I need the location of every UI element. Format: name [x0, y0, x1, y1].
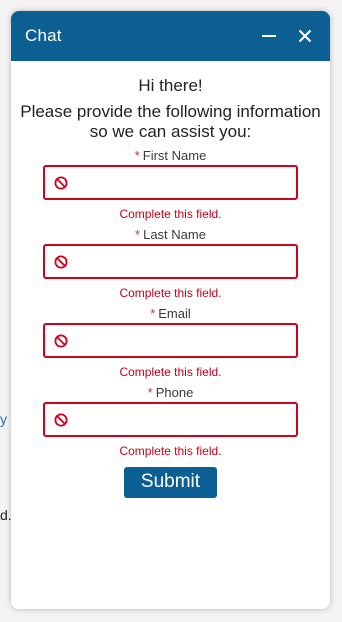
chat-window: Chat Hi there! Please provide the follow…: [11, 11, 330, 609]
minimize-button[interactable]: [252, 19, 286, 53]
phone-input[interactable]: [77, 404, 296, 437]
first-name-error: Complete this field.: [119, 207, 222, 221]
required-marker: *: [135, 227, 141, 242]
error-icon: [54, 413, 68, 427]
close-icon: [298, 29, 312, 43]
email-input[interactable]: [77, 325, 296, 358]
background-link-fragment[interactable]: y: [0, 411, 7, 427]
required-marker: *: [150, 306, 156, 321]
last-name-field-group: * Last Name Complete this field.: [11, 227, 330, 300]
phone-field-group: * Phone Complete this field.: [11, 385, 330, 458]
email-field-group: * Email Complete this field.: [11, 306, 330, 379]
phone-input-box: [43, 402, 298, 437]
last-name-label-text: Last Name: [143, 227, 206, 242]
email-error: Complete this field.: [119, 365, 222, 379]
first-name-input-box: [43, 165, 298, 200]
required-marker: *: [134, 148, 140, 163]
error-icon: [54, 255, 68, 269]
first-name-input[interactable]: [77, 167, 296, 200]
minimize-icon: [262, 35, 276, 37]
phone-error: Complete this field.: [119, 444, 222, 458]
chat-title: Chat: [25, 26, 62, 45]
error-icon: [54, 176, 68, 190]
error-icon: [54, 334, 68, 348]
intro-text: Please provide the following information…: [20, 102, 321, 141]
first-name-label: * First Name: [11, 148, 330, 163]
chat-header: Chat: [11, 11, 330, 61]
email-label-text: Email: [158, 306, 191, 321]
phone-label: * Phone: [11, 385, 330, 400]
email-label: * Email: [11, 306, 330, 321]
last-name-error: Complete this field.: [119, 286, 222, 300]
submit-button[interactable]: Submit: [123, 467, 218, 498]
email-input-box: [43, 323, 298, 358]
greeting-text: Hi there!: [138, 76, 203, 95]
background-text-fragment: d.: [0, 507, 12, 523]
first-name-label-text: First Name: [142, 148, 207, 163]
phone-label-text: Phone: [155, 385, 194, 400]
last-name-input[interactable]: [77, 246, 296, 279]
prechat-form: Hi there! Please provide the following i…: [11, 76, 330, 498]
last-name-label: * Last Name: [11, 227, 330, 242]
last-name-input-box: [43, 244, 298, 279]
required-marker: *: [147, 385, 153, 400]
close-button[interactable]: [288, 19, 322, 53]
first-name-field-group: * First Name Complete this field.: [11, 148, 330, 221]
